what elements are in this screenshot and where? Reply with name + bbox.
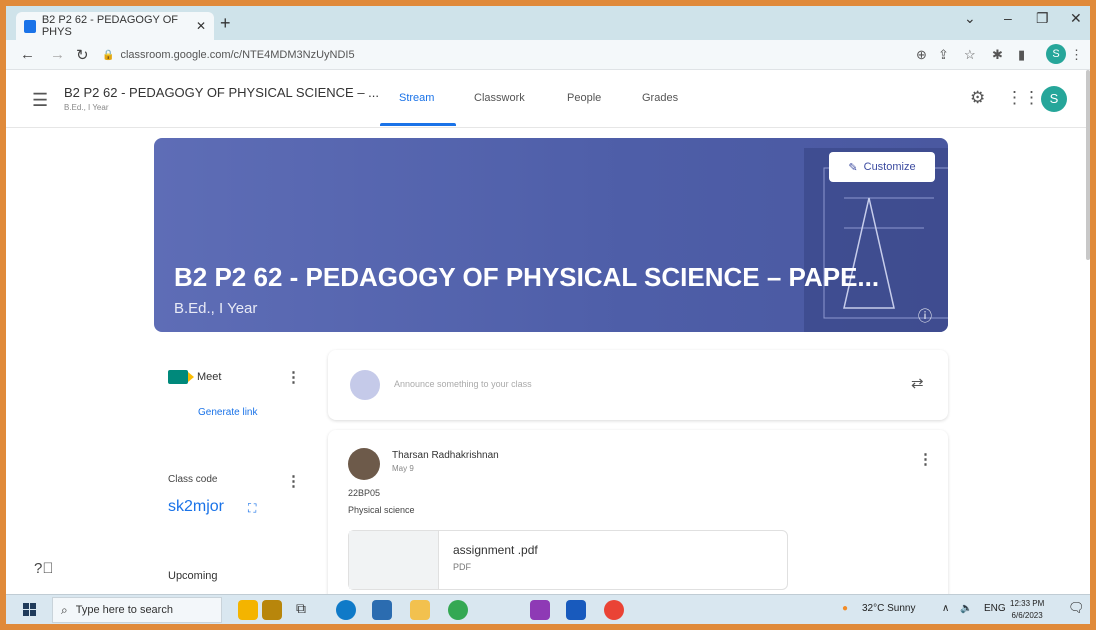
extensions-icon[interactable]: ✱ <box>992 47 1003 63</box>
bookmark-star-icon[interactable]: ☆ <box>964 47 976 63</box>
fullscreen-icon[interactable]: ⛶ <box>248 501 256 516</box>
clock-date: 6/6/2023 <box>1011 611 1043 620</box>
attachment-name: assignment .pdf <box>453 543 538 557</box>
address-bar: ← → ↻ 🔒 classroom.google.com/c/NTE4MDM3N… <box>6 40 1090 70</box>
clock-time: 12:33 PM <box>1010 599 1045 608</box>
active-tab-indicator <box>380 123 456 126</box>
sidebar-icon[interactable]: ▮ <box>1018 47 1025 63</box>
forward-icon[interactable]: → <box>50 46 65 63</box>
user-avatar <box>350 370 380 400</box>
task-view-icon[interactable]: ⧉ <box>296 600 316 620</box>
browser-profile-avatar[interactable]: S <box>1046 44 1066 64</box>
tab-grades[interactable]: Grades <box>642 92 678 104</box>
taskbar-search-placeholder: Type here to search <box>75 604 173 616</box>
banner-subtitle: B.Ed., I Year <box>174 300 258 317</box>
app-icon[interactable] <box>530 600 550 620</box>
attachment-type: PDF <box>453 562 471 572</box>
page-scrollbar[interactable] <box>1086 70 1090 260</box>
announce-placeholder: Announce something to your class <box>394 379 532 389</box>
weather-icon: ● <box>842 603 849 614</box>
post-date: May 9 <box>392 464 414 473</box>
chrome-profile-icon[interactable] <box>604 600 624 620</box>
post-line: Physical science <box>348 505 415 515</box>
classroom-favicon-icon <box>24 19 36 33</box>
tab-classwork[interactable]: Classwork <box>474 92 525 104</box>
install-icon[interactable]: ⊕ <box>916 47 927 63</box>
customize-button[interactable]: ✎ Customize <box>829 152 935 182</box>
notifications-icon[interactable]: 🗨 <box>1068 600 1085 616</box>
back-icon[interactable]: ← <box>20 46 35 63</box>
generate-link-button[interactable]: Generate link <box>198 407 257 418</box>
chevron-down-icon[interactable]: ⌄ <box>964 10 976 27</box>
new-tab-icon[interactable]: + <box>220 13 231 34</box>
search-icon: ⌕ <box>61 602 68 617</box>
class-code-more-icon[interactable]: ⋮ <box>286 472 301 490</box>
info-icon[interactable]: ⓘ <box>918 306 932 326</box>
share-icon[interactable]: ⇪ <box>938 47 949 63</box>
help-icon[interactable]: ?⃝ <box>34 560 54 577</box>
banner-title: B2 P2 62 - PEDAGOGY OF PHYSICAL SCIENCE … <box>174 262 880 292</box>
meet-card: Meet ⋮ Generate link <box>168 368 301 432</box>
stream-post: Tharsan Radhakrishnan May 9 ⋮ 22BP05 Phy… <box>328 430 948 620</box>
repost-icon[interactable]: ⇄ <box>911 374 924 392</box>
tab-stream[interactable]: Stream <box>399 92 434 104</box>
tray-chevron-icon[interactable]: ∧ <box>942 603 949 614</box>
word-icon[interactable] <box>566 600 586 620</box>
meet-icon <box>168 370 194 384</box>
apps-grid-icon[interactable]: ⋮⋮ <box>1006 88 1040 108</box>
screen: B2 P2 62 - PEDAGOGY OF PHYS ✕ + ⌄ – ❐ ✕ … <box>6 6 1090 624</box>
announce-box[interactable]: Announce something to your class ⇄ <box>328 350 948 420</box>
account-avatar[interactable]: S <box>1041 86 1067 112</box>
browser-tab-strip: B2 P2 62 - PEDAGOGY OF PHYS ✕ + ⌄ – ❐ ✕ <box>6 6 1090 40</box>
windows-taskbar: ⌕ Type here to search ⧉ ● 32°C Sunny ∧ 🔈… <box>6 594 1090 624</box>
mail-icon[interactable] <box>372 600 392 620</box>
volume-icon[interactable]: 🔈 <box>960 603 972 614</box>
close-tab-icon[interactable]: ✕ <box>196 19 206 33</box>
meet-label: Meet <box>197 371 222 383</box>
building-icon[interactable] <box>262 600 282 620</box>
pencil-icon: ✎ <box>848 161 858 174</box>
class-title[interactable]: B2 P2 62 - PEDAGOGY OF PHYSICAL SCIENCE … <box>64 85 379 100</box>
customize-label: Customize <box>863 161 916 173</box>
upcoming-label: Upcoming <box>168 570 218 582</box>
minimize-icon[interactable]: – <box>1004 10 1012 26</box>
language-indicator[interactable]: ENG <box>984 603 1006 614</box>
class-code-card: Class code ⋮ sk2mjor ⛶ <box>168 472 301 532</box>
class-code-label: Class code <box>168 474 218 485</box>
browser-tab-title: B2 P2 62 - PEDAGOGY OF PHYS <box>41 14 178 38</box>
taskbar-search-box[interactable]: ⌕ Type here to search <box>52 597 222 623</box>
url-field[interactable]: 🔒 classroom.google.com/c/NTE4MDM3NzUyNDI… <box>102 45 862 65</box>
widget-icon[interactable] <box>238 600 258 620</box>
tab-people[interactable]: People <box>567 92 601 104</box>
maximize-icon[interactable]: ❐ <box>1036 10 1049 27</box>
main-menu-icon[interactable]: ☰ <box>32 90 48 111</box>
chrome-icon[interactable] <box>448 600 468 620</box>
browser-menu-icon[interactable]: ⋮ <box>1070 47 1083 63</box>
attachment-card[interactable]: assignment .pdf PDF <box>348 530 788 590</box>
post-line: 22BP05 <box>348 488 381 498</box>
author-avatar <box>348 448 380 480</box>
edge-icon[interactable] <box>336 600 356 620</box>
windows-start-icon[interactable] <box>23 603 36 616</box>
taskbar-clock[interactable]: 12:33 PM 6/6/2023 <box>1010 598 1044 622</box>
attachment-thumbnail <box>349 531 439 589</box>
post-author: Tharsan Radhakrishnan <box>392 450 499 461</box>
settings-gear-icon[interactable]: ⚙ <box>970 88 985 108</box>
browser-tab[interactable]: B2 P2 62 - PEDAGOGY OF PHYS ✕ <box>16 12 214 40</box>
close-window-icon[interactable]: ✕ <box>1070 10 1082 27</box>
classroom-header: ☰ B2 P2 62 - PEDAGOGY OF PHYSICAL SCIENC… <box>6 70 1090 128</box>
lock-icon: 🔒 <box>102 49 115 61</box>
class-subtitle: B.Ed., I Year <box>64 103 109 112</box>
meet-more-options-icon[interactable]: ⋮ <box>286 368 301 386</box>
post-more-options-icon[interactable]: ⋮ <box>918 450 933 468</box>
file-explorer-icon[interactable] <box>410 600 430 620</box>
class-code-value: sk2mjor <box>168 498 225 515</box>
weather-text[interactable]: 32°C Sunny <box>862 603 915 614</box>
reload-icon[interactable]: ↻ <box>76 46 89 64</box>
class-banner: B2 P2 62 - PEDAGOGY OF PHYSICAL SCIENCE … <box>154 138 948 332</box>
url-text: classroom.google.com/c/NTE4MDM3NzUyNDI5 <box>120 49 355 61</box>
